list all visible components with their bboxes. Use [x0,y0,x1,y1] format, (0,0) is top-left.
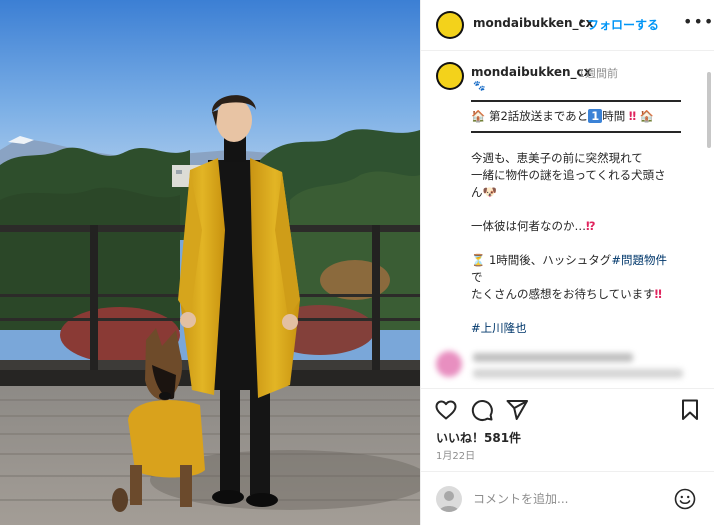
instagram-post-modal: mondaibukken_cx • フォローする ••• mondaibukke… [0,0,714,525]
add-comment-bar [421,471,714,526]
save-bookmark-icon[interactable] [678,398,702,422]
caption-countdown-line: 🏠 第2話放送まであと 1 時間 ‼ 🏠 [471,109,655,123]
hourglass-icon: ⏳ [471,253,486,267]
post-date[interactable]: 1月22日 [436,447,475,462]
share-paper-plane-icon[interactable] [505,398,529,422]
post-photo[interactable] [0,0,420,525]
comment-bubble-icon[interactable] [470,398,494,422]
post-header: mondaibukken_cx • フォローする ••• [421,0,714,51]
double-exclamation-icon: ‼ [628,109,637,123]
house-icon: 🏠 [639,109,655,123]
account-avatar[interactable] [436,11,464,39]
hashtag-link[interactable]: #上川隆也 [471,321,527,335]
avatar-logo [438,13,462,37]
house-icon: 🏠 [471,109,486,123]
comment-input[interactable] [473,490,663,508]
blurred-comment [431,347,701,387]
commenter-avatar [436,351,462,377]
caption-text: 🏠 第2話放送まであと 1 時間 ‼ 🏠 今週も、恵美子の前に突然現れて 一緒に物件… [471,100,689,337]
more-options-icon[interactable]: ••• [683,12,714,31]
caption-timestamp[interactable]: 1週間前 [578,65,618,81]
header-separator: • [578,15,586,29]
post-image [0,0,420,525]
avatar-logo [438,64,462,88]
double-exclamation-icon: ‼ [654,287,662,301]
like-heart-icon[interactable] [434,398,458,422]
follow-button[interactable]: フォローする [587,16,659,33]
caption-username-link[interactable]: mondaibukken_cx [471,65,591,79]
number-one-icon: 1 [588,109,603,123]
comments-scroll-area[interactable]: mondaibukken_cx 1週間前 🐾 🏠 第2話放送まであと 1 時間 ‼ … [421,51,714,387]
likes-count[interactable]: いいね！581件 [436,429,521,446]
post-actions-bar [421,388,714,433]
user-avatar[interactable] [436,486,462,512]
user-silhouette-icon [439,491,459,512]
hashtag-link[interactable]: #問題物件 [611,253,667,267]
emoji-smiley-icon[interactable] [673,487,697,511]
post-details-panel: mondaibukken_cx • フォローする ••• mondaibukke… [420,0,714,525]
interrobang-icon: ⁉ [586,219,596,233]
dog-icon: 🐶 [482,185,497,199]
caption-avatar[interactable] [436,62,464,90]
paw-prints-icon: 🐾 [473,81,486,92]
comments-scrollbar[interactable] [707,72,711,148]
header-username-link[interactable]: mondaibukken_cx [473,16,593,30]
